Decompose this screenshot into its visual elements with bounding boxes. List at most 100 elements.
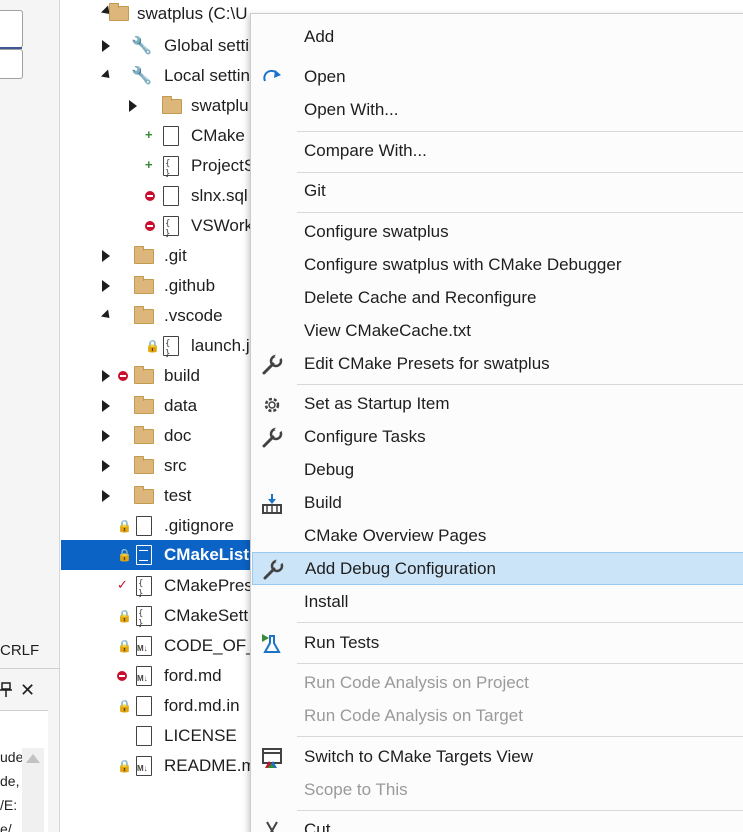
menu-item-configure-debugger[interactable]: Configure swatplus with CMake Debugger	[252, 249, 743, 282]
wrench-icon	[260, 425, 284, 449]
tree-row-local-settings[interactable]: 🔧 Local settin	[61, 61, 261, 91]
menu-item-cut[interactable]: Cut	[252, 814, 743, 832]
tree-row-slnx-sqlite[interactable]: slnx.sql	[61, 181, 261, 211]
tree-row-doc[interactable]: doc	[61, 421, 261, 451]
tree-row-cmakepresets[interactable]: ✓ CMakePres	[61, 571, 261, 601]
menu-item-debug[interactable]: Debug	[252, 454, 743, 487]
menu-item-cmake-overview[interactable]: CMake Overview Pages	[252, 520, 743, 553]
menu-item-code-analysis-target: Run Code Analysis on Target	[252, 700, 743, 733]
tree-row-code-of-conduct[interactable]: 🔒 CODE_OF_	[61, 631, 261, 661]
pane-text-1: ude	[0, 749, 24, 765]
pin-icon[interactable]	[0, 682, 14, 702]
tree-row-label: .gitignore	[164, 516, 234, 535]
menu-item-set-startup[interactable]: Set as Startup Item	[252, 388, 743, 421]
tree-row-test[interactable]: test	[61, 481, 261, 511]
tree-row-label: ford.md	[164, 666, 222, 685]
tree-row-label: ford.md.in	[164, 696, 240, 715]
folder-icon	[134, 276, 154, 294]
menu-item-label: Configure swatplus	[304, 222, 449, 241]
tree-row-root[interactable]: swatplus (C:\U	[61, 0, 261, 30]
menu-item-label: Open	[304, 67, 346, 86]
json-file-icon	[163, 156, 179, 179]
menu-item-configure-tasks[interactable]: Configure Tasks	[252, 421, 743, 454]
menu-item-open[interactable]: Open	[252, 61, 743, 94]
scroll-up-icon[interactable]	[26, 754, 40, 763]
tree-row-projectsettings[interactable]: + ProjectS	[61, 151, 261, 181]
menu-separator	[297, 810, 743, 811]
tree-row-license[interactable]: LICENSE	[61, 721, 261, 751]
tree-row-label: CMakePres	[164, 576, 253, 595]
menu-item-add[interactable]: Add	[252, 21, 743, 54]
tree-row-label: build	[164, 366, 200, 385]
tree-row-ford-md-in[interactable]: 🔒 ford.md.in	[61, 691, 261, 721]
pane-scrollbar[interactable]	[22, 748, 44, 832]
tree-row-label: data	[164, 396, 198, 415]
collapsed-caret-icon[interactable]	[102, 40, 110, 52]
folder-icon	[134, 246, 154, 264]
tree-row-swatplus-folder[interactable]: swatplu	[61, 91, 261, 121]
collapsed-caret-icon[interactable]	[102, 400, 110, 412]
collapsed-caret-icon[interactable]	[102, 370, 110, 382]
folder-icon	[134, 456, 154, 474]
collapsed-caret-icon[interactable]	[102, 430, 110, 442]
expanded-caret-icon[interactable]	[100, 69, 114, 82]
tree-row-readme[interactable]: 🔒 README.m	[61, 751, 261, 781]
tree-row-cmake[interactable]: + CMake	[61, 121, 261, 151]
left-field-1[interactable]	[0, 10, 23, 49]
tree-row-src[interactable]: src	[61, 451, 261, 481]
menu-separator	[297, 212, 743, 213]
menu-item-delete-cache[interactable]: Delete Cache and Reconfigure	[252, 282, 743, 315]
tree-row-vsworkspacestate[interactable]: VSWork	[61, 211, 261, 241]
menu-item-view-cmakecache[interactable]: View CMakeCache.txt	[252, 315, 743, 348]
menu-item-label: Install	[304, 592, 349, 611]
menu-item-scope-to-this: Scope to This	[252, 774, 743, 807]
context-menu: Add Open Open With... Compare With... Gi…	[250, 13, 743, 832]
collapsed-caret-icon[interactable]	[102, 460, 110, 472]
tree-row-label: CODE_OF_	[164, 636, 256, 655]
menu-item-install[interactable]: Install	[252, 586, 743, 619]
expanded-caret-icon[interactable]	[100, 309, 114, 322]
menu-item-label: Configure swatplus with CMake Debugger	[304, 255, 622, 274]
menu-item-open-with[interactable]: Open With...	[252, 94, 743, 127]
lock-icon: 🔒	[117, 699, 132, 713]
menu-item-label: Delete Cache and Reconfigure	[304, 288, 537, 307]
tree-row-ford-md[interactable]: ford.md	[61, 661, 261, 691]
collapsed-caret-icon[interactable]	[129, 100, 137, 112]
menu-item-label: Edit CMake Presets for swatplus	[304, 354, 550, 373]
line-ending-indicator[interactable]: CRLF	[0, 642, 39, 659]
tree-row-label: .vscode	[164, 306, 223, 325]
menu-item-run-tests[interactable]: Run Tests	[252, 627, 743, 660]
tree-row-label: CMakeList	[164, 545, 250, 564]
left-field-2[interactable]	[0, 49, 23, 79]
collapsed-caret-icon[interactable]	[102, 250, 110, 262]
tree-row-cmakesettings[interactable]: 🔒 CMakeSett	[61, 601, 261, 631]
tree-row-gitignore[interactable]: 🔒 .gitignore	[61, 511, 261, 541]
tree-row-label: Local settin	[164, 66, 250, 85]
tree-row-build[interactable]: build	[61, 361, 261, 391]
collapsed-caret-icon[interactable]	[102, 280, 110, 292]
build-icon	[260, 493, 284, 515]
collapsed-caret-icon[interactable]	[102, 490, 110, 502]
menu-item-build[interactable]: Build	[252, 487, 743, 520]
menu-item-label: Cut	[304, 820, 331, 832]
menu-item-edit-presets[interactable]: Edit CMake Presets for swatplus	[252, 348, 743, 381]
menu-item-label: Git	[304, 181, 326, 200]
close-icon[interactable]: ✕	[20, 680, 35, 701]
wrench-icon: 🔧	[131, 36, 153, 55]
menu-item-add-debug-configuration[interactable]: Add Debug Configuration	[252, 552, 743, 585]
gear-icon	[260, 394, 284, 416]
tree-row-vscode[interactable]: .vscode	[61, 301, 261, 331]
tree-row-data[interactable]: data	[61, 391, 261, 421]
menu-item-switch-targets-view[interactable]: Switch to CMake Targets View	[252, 741, 743, 774]
tree-row-git[interactable]: .git	[61, 241, 261, 271]
scissors-icon	[260, 820, 284, 832]
menu-item-compare-with[interactable]: Compare With...	[252, 135, 743, 168]
menu-item-git[interactable]: Git	[252, 175, 743, 208]
tree-row-launch-json[interactable]: 🔒 launch.j	[61, 331, 261, 361]
menu-separator	[297, 172, 743, 173]
menu-item-label: Debug	[304, 460, 355, 479]
tree-row-cmakelists-selected[interactable]: 🔒 CMakeList	[61, 540, 261, 570]
tree-row-global-settings[interactable]: 🔧 Global setti	[61, 31, 261, 61]
tree-row-github[interactable]: .github	[61, 271, 261, 301]
menu-item-configure[interactable]: Configure swatplus	[252, 216, 743, 249]
